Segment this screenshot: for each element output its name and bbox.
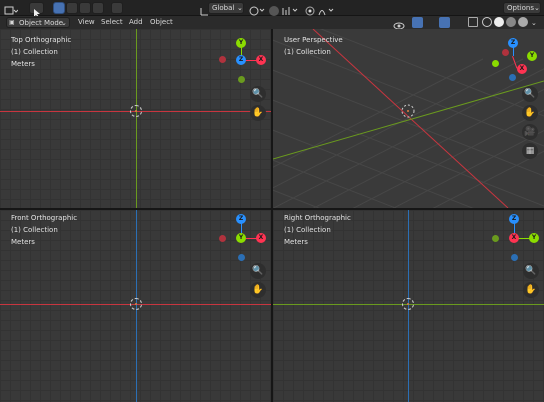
gizmo-axis[interactable]: Y — [236, 233, 246, 243]
options-dropdown[interactable]: Options ⌄ — [503, 2, 541, 14]
chevron-down-icon: ⌄ — [534, 4, 540, 12]
gizmo-axis[interactable]: Z — [508, 38, 518, 48]
zoom-icon[interactable]: 🔍 — [250, 263, 266, 279]
visibility-icon[interactable] — [393, 17, 405, 30]
object-mode-dropdown[interactable]: ▣ Object Mode ⌄ — [6, 17, 70, 28]
viewport-divider-horizontal[interactable] — [0, 208, 544, 210]
gizmo-axis[interactable]: X — [256, 55, 266, 65]
camera-icon[interactable]: 🎥 — [522, 124, 538, 140]
view-title: Right Orthographic — [284, 214, 351, 222]
collection-label: (1) Collection — [284, 48, 331, 56]
snap-target-icon[interactable] — [282, 2, 298, 15]
select-extend-icon[interactable] — [66, 2, 78, 14]
overlay-icon[interactable] — [439, 17, 450, 28]
select-subtract-icon[interactable] — [79, 2, 91, 14]
gizmo-axis[interactable]: Y — [529, 233, 539, 243]
zoom-icon[interactable]: 🔍 — [523, 263, 539, 279]
gizmo-axis[interactable]: X — [509, 233, 519, 243]
chevron-down-icon: ⌄ — [237, 4, 243, 12]
menu-select[interactable]: Select — [99, 16, 125, 29]
pivot-icon[interactable] — [249, 2, 265, 16]
pan-hand-icon[interactable]: ✋ — [250, 105, 266, 121]
mode-label: Object Mode — [19, 19, 64, 27]
viewport-top-orthographic[interactable]: Top Orthographic (1) Collection Meters Y… — [0, 29, 271, 208]
zoom-icon[interactable]: 🔍 — [522, 86, 538, 102]
gizmo-axis[interactable]: X — [517, 64, 527, 74]
shading-solid-icon[interactable] — [494, 17, 504, 27]
proportional-edit-icon[interactable] — [304, 2, 316, 16]
menu-object[interactable]: Object — [148, 16, 175, 29]
gizmo-axis[interactable]: Y — [527, 51, 537, 61]
gizmo-axis[interactable]: Z — [236, 55, 246, 65]
chevron-down-icon[interactable]: ⌄ — [531, 17, 537, 29]
collection-label: (1) Collection — [11, 226, 58, 234]
perspective-grid-icon[interactable]: ▦ — [522, 143, 538, 159]
pan-hand-icon[interactable]: ✋ — [522, 105, 538, 121]
gizmo-axis[interactable]: Y — [236, 38, 246, 48]
transform-orientation-label: Global — [212, 4, 235, 12]
gizmo-axis[interactable]: X — [256, 233, 266, 243]
shading-material-icon[interactable] — [506, 17, 516, 27]
units-label: Meters — [11, 238, 35, 246]
pan-hand-icon[interactable]: ✋ — [250, 282, 266, 298]
origin-marker — [130, 105, 142, 117]
menu-add[interactable]: Add — [127, 16, 145, 29]
collection-label: (1) Collection — [284, 226, 331, 234]
snap-icon[interactable] — [268, 2, 280, 16]
view-title: Top Orthographic — [11, 36, 72, 44]
y-axis-line — [136, 29, 137, 208]
select-box-icon[interactable] — [53, 2, 65, 14]
origin-marker — [130, 298, 142, 310]
options-label: Options — [507, 4, 535, 12]
view-title: Front Orthographic — [11, 214, 78, 222]
view-title: User Perspective — [284, 36, 343, 44]
mode-icon: ▣ — [9, 19, 15, 26]
transform-orientation-dropdown[interactable]: Global ⌄ — [208, 2, 244, 14]
units-label: Meters — [11, 60, 35, 68]
xray-icon[interactable] — [468, 17, 478, 27]
chevron-down-icon: ⌄ — [61, 19, 67, 27]
editor-type-icon[interactable] — [4, 2, 19, 15]
viewport-user-perspective[interactable]: User Perspective (1) Collection Z Y X 🔍 … — [273, 29, 544, 208]
collection-label: (1) Collection — [11, 48, 58, 56]
select-intersect-icon[interactable] — [92, 2, 104, 14]
menu-view[interactable]: View — [76, 16, 97, 29]
shading-wireframe-icon[interactable] — [482, 17, 492, 27]
zoom-icon[interactable]: 🔍 — [250, 86, 266, 102]
origin-marker — [402, 298, 414, 310]
select-tool-button[interactable] — [29, 2, 44, 18]
top-toolbar: Global ⌄ Options ⌄ — [0, 0, 544, 18]
viewport-divider-vertical[interactable] — [271, 29, 273, 402]
gizmo-axis[interactable]: Z — [509, 214, 519, 224]
pan-hand-icon[interactable]: ✋ — [523, 282, 539, 298]
gizmo-icon[interactable] — [412, 17, 423, 28]
select-invert-icon[interactable] — [111, 2, 123, 14]
gizmo-axis[interactable]: Z — [236, 214, 246, 224]
units-label: Meters — [284, 238, 308, 246]
falloff-icon[interactable] — [318, 2, 334, 16]
viewport-right-orthographic[interactable]: Right Orthographic (1) Collection Meters… — [273, 210, 544, 402]
shading-rendered-icon[interactable] — [518, 17, 528, 27]
viewport-front-orthographic[interactable]: Front Orthographic (1) Collection Meters… — [0, 210, 271, 402]
